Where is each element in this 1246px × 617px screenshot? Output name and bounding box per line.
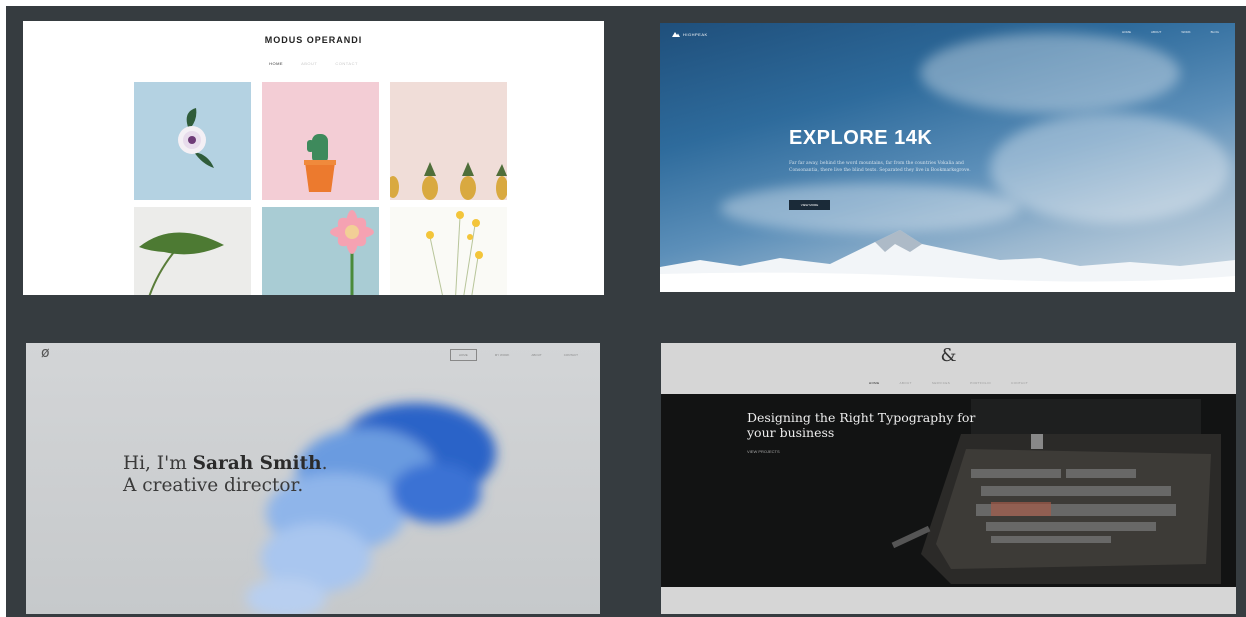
nav-home[interactable]: HOME — [1122, 30, 1131, 34]
site-title: MODUS OPERANDI — [264, 35, 363, 45]
ampersand-logo[interactable]: & — [661, 345, 1236, 366]
typography-template-preview[interactable]: & HOME ABOUT SERVICES PORTFOLIO CONTACT — [661, 343, 1236, 614]
cta-label: VIEW MORE — [800, 203, 819, 207]
nav-contact[interactable]: CONTACT — [560, 351, 582, 359]
template-gallery: MODUS OPERANDI HOME ABOUT CONTACT HIGHPE… — [6, 6, 1246, 617]
view-projects-link[interactable]: VIEW PROJECTS — [747, 449, 780, 454]
nav-contact[interactable]: CONTACT — [1011, 381, 1028, 385]
site-nav: HOME MY WORK ABOUT CONTACT — [449, 349, 582, 361]
photo-grid — [134, 82, 508, 295]
nav-portfolio[interactable]: PORTFOLIO — [970, 381, 991, 385]
modus-operandi-template-preview[interactable]: MODUS OPERANDI HOME ABOUT CONTACT — [23, 21, 604, 295]
monstera-tile[interactable] — [134, 207, 251, 295]
site-nav: HOME ABOUT SERVICES PORTFOLIO CONTACT — [661, 381, 1236, 385]
flower-tile[interactable] — [134, 82, 251, 200]
hero-headline: Hi, I'm Sarah Smith. A creative director… — [123, 453, 333, 497]
cactus-tile[interactable] — [262, 82, 379, 200]
logo-text: HIGHPEAK — [683, 31, 708, 37]
site-nav: HOME ABOUT CONTACT — [23, 61, 604, 66]
hero-heading: Designing the Right Typography for your … — [747, 410, 976, 440]
nav-contact[interactable]: CONTACT — [335, 61, 358, 66]
hero-description: Far far away, behind the word mountains,… — [789, 161, 971, 173]
nav-my-work[interactable]: MY WORK — [491, 351, 514, 359]
blue-ink-cloud — [246, 403, 496, 614]
gerbera-tile[interactable] — [262, 207, 379, 295]
nav-home[interactable]: HOME — [269, 61, 283, 66]
creative-director-template-preview[interactable]: ø HOME MY WORK ABOUT CONTACT Hi, I'm Sar… — [26, 343, 600, 614]
pineapple-tile[interactable] — [390, 82, 507, 200]
nav-work[interactable]: WORK — [1181, 30, 1190, 34]
highpeak-template-preview[interactable]: HIGHPEAK HOME ABOUT WORK BLOG EXPLORE 14… — [660, 23, 1235, 292]
cloud-shape — [990, 113, 1230, 223]
site-nav: HOME ABOUT WORK BLOG — [1122, 30, 1219, 34]
headline-intro: Hi, I'm — [123, 453, 193, 474]
nav-about[interactable]: ABOUT — [527, 351, 545, 359]
mountain-range — [660, 230, 1235, 292]
nav-blog[interactable]: BLOG — [1211, 30, 1219, 34]
nav-about[interactable]: ABOUT — [899, 381, 911, 385]
headline-name: Sarah Smith — [192, 453, 322, 474]
yellow-flowers-tile[interactable] — [390, 207, 507, 295]
logo-glyph[interactable]: ø — [41, 345, 50, 361]
highpeak-logo[interactable]: HIGHPEAK — [672, 31, 708, 37]
nav-home[interactable]: HOME — [449, 349, 477, 361]
mountain-icon — [672, 32, 680, 37]
cloud-shape — [920, 33, 1180, 113]
nav-about[interactable]: ABOUT — [301, 61, 317, 66]
nav-about[interactable]: ABOUT — [1151, 30, 1161, 34]
hero-title: EXPLORE 14K — [789, 127, 933, 149]
nav-home[interactable]: HOME — [869, 381, 880, 385]
view-more-button[interactable]: VIEW MORE — [789, 200, 830, 210]
nav-services[interactable]: SERVICES — [932, 381, 950, 385]
